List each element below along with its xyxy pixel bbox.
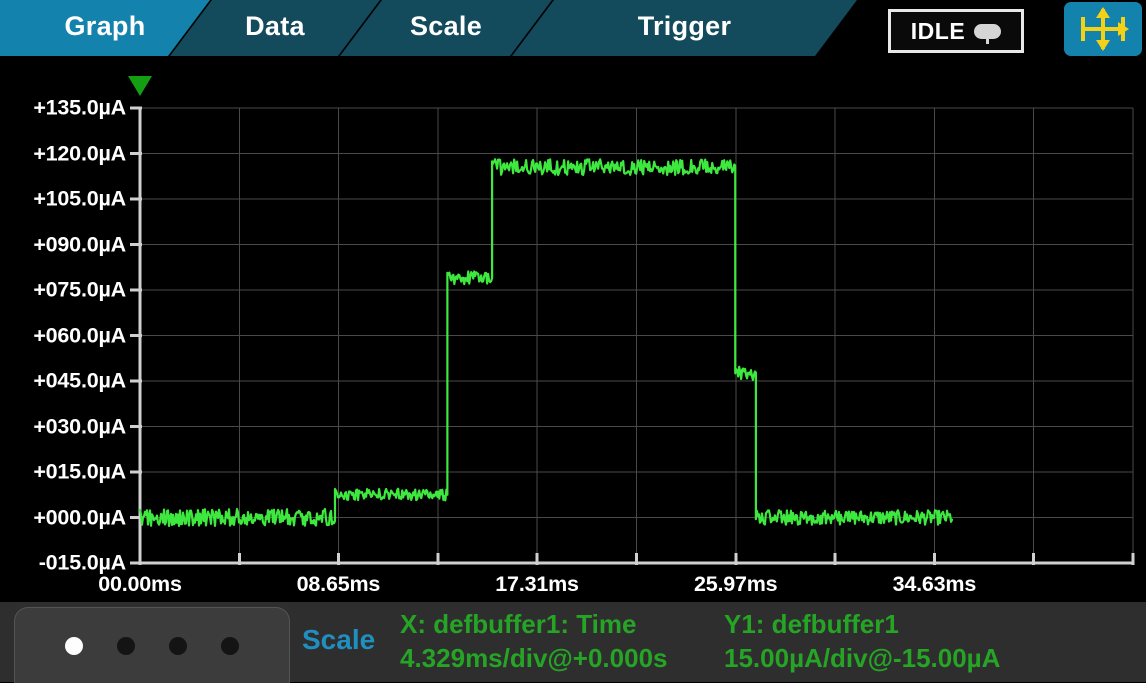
page-dot[interactable]: [117, 636, 135, 655]
x-tick-label: 34.63ms: [892, 572, 977, 596]
status-badge-label: IDLE: [910, 17, 966, 44]
status-badge[interactable]: IDLE: [888, 9, 1024, 53]
status-bar: Scale X: defbuffer1: Time 4.329ms/div@+0…: [0, 602, 1146, 683]
page-dot[interactable]: [65, 636, 83, 655]
x-channel-label: X: defbuffer1: Time: [400, 609, 637, 639]
trigger-marker-icon[interactable]: [128, 76, 152, 96]
instrument-screen: Graph Data Scale Trigger IDLE +135.0µA +…: [0, 0, 1146, 683]
y-scale-label: 15.00µA/div@-15.00µA: [724, 643, 1001, 673]
page-dot[interactable]: [221, 636, 239, 655]
x-tick-label: 00.00ms: [98, 572, 182, 596]
tab-trigger[interactable]: Trigger: [512, 0, 857, 56]
waveform-plot[interactable]: [0, 56, 1146, 602]
page-indicator[interactable]: [14, 607, 290, 683]
x-axis-labels: 00.00ms 08.65ms 17.31ms 25.97ms 34.63ms: [0, 572, 1146, 602]
tab-data-label: Data: [245, 10, 305, 41]
tab-graph-label: Graph: [64, 10, 146, 41]
lamp-icon: [974, 23, 1002, 44]
x-tick-label: 08.65ms: [296, 572, 381, 596]
tab-scale-label: Scale: [409, 10, 483, 41]
pan-zoom-icon[interactable]: [1064, 2, 1142, 56]
x-scale-label: 4.329ms/div@+0.000s: [400, 643, 668, 673]
tab-bar: Graph Data Scale Trigger IDLE: [0, 0, 1146, 56]
graph-panel[interactable]: +135.0µA +120.0µA +105.0µA +090.0µA +075.0µA…: [0, 56, 1146, 602]
x-tick-label: 25.97ms: [693, 572, 778, 596]
page-dot[interactable]: [169, 636, 187, 655]
x-tick-label: 17.31ms: [495, 572, 579, 596]
y-channel-label: Y1: defbuffer1: [724, 609, 899, 639]
tab-trigger-label: Trigger: [637, 10, 732, 41]
scale-section-label: Scale: [302, 624, 376, 655]
waveform-trace[interactable]: [138, 158, 954, 528]
